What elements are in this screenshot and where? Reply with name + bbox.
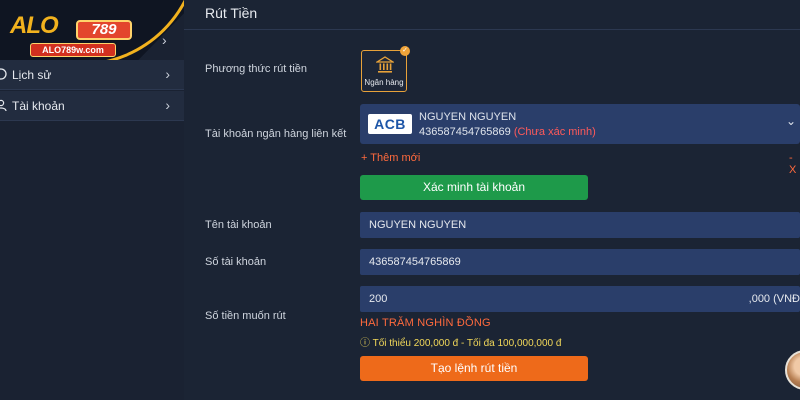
logo-badge: 789 — [76, 20, 132, 40]
chevron-right-icon[interactable]: › — [162, 32, 167, 48]
sidebar-item-label: Tài khoản — [12, 99, 65, 113]
bank-icon — [376, 56, 394, 73]
sidebar-item-label: Lịch sử — [12, 68, 52, 82]
amount-label: Số tiền muốn rút — [205, 310, 286, 322]
sidebar-item-history[interactable]: Lịch sử › — [0, 60, 184, 90]
account-number-label: Số tài khoản — [205, 256, 267, 268]
amount-in-words: HAI TRĂM NGHÌN ĐỒNG — [360, 317, 491, 329]
amount-limits: ⓘ Tối thiểu 200,000 đ - Tối đa 100,000,0… — [360, 338, 562, 349]
unverified-status: (Chưa xác minh) — [513, 126, 596, 138]
chevron-right-icon: › — [165, 97, 170, 113]
bank-account-number: 436587454765869 — [419, 126, 511, 138]
withdraw-method-label: Phương thức rút tiền — [205, 63, 308, 75]
account-name-field[interactable]: NGUYEN NGUYEN — [360, 212, 800, 238]
chevron-right-icon: › — [165, 66, 170, 82]
account-number-field[interactable]: 436587454765869 — [360, 249, 800, 275]
verify-account-button[interactable]: Xác minh tài khoản — [360, 175, 588, 200]
bank-holder-name: NGUYEN NGUYEN — [419, 111, 517, 123]
bank-logo: ACB — [368, 114, 412, 134]
logo-area: ALO 789 ALO789w.com — [0, 0, 184, 66]
sidebar-item-account[interactable]: Tài khoản › — [0, 91, 184, 121]
history-icon — [0, 68, 7, 80]
add-new-bank-link[interactable]: + Thêm mới — [361, 152, 420, 164]
bank-account-info: 436587454765869 (Chưa xác minh) — [419, 126, 596, 138]
create-withdraw-button[interactable]: Tạo lệnh rút tiền — [360, 356, 588, 381]
user-icon — [0, 99, 7, 111]
sidebar: ALO 789 ALO789w.com › Lịch sử › Tài khoả… — [0, 0, 184, 400]
method-option-label: Ngân hàng — [364, 78, 404, 87]
check-icon: ✓ — [400, 46, 410, 56]
divider — [184, 29, 800, 30]
main-content: Rút Tiền Phương thức rút tiền Ngân hàng … — [184, 0, 800, 400]
linked-bank-select[interactable]: ACB NGUYEN NGUYEN 436587454765869 (Chưa … — [360, 104, 800, 144]
linked-bank-label: Tài khoản ngân hàng liên kết — [205, 128, 347, 140]
page-title: Rút Tiền — [205, 5, 258, 21]
method-option-bank[interactable]: Ngân hàng — [361, 50, 407, 92]
chevron-down-icon: ⌄ — [785, 114, 796, 128]
logo-text: ALO — [10, 12, 59, 39]
logo-domain: ALO789w.com — [30, 43, 116, 57]
amount-input[interactable]: 200 ,000 (VNĐ — [360, 286, 800, 312]
account-name-label: Tên tài khoản — [205, 219, 272, 231]
amount-value: 200 — [369, 293, 388, 305]
amount-suffix: ,000 (VNĐ — [748, 293, 800, 305]
remove-bank-link[interactable]: - X — [789, 152, 800, 176]
